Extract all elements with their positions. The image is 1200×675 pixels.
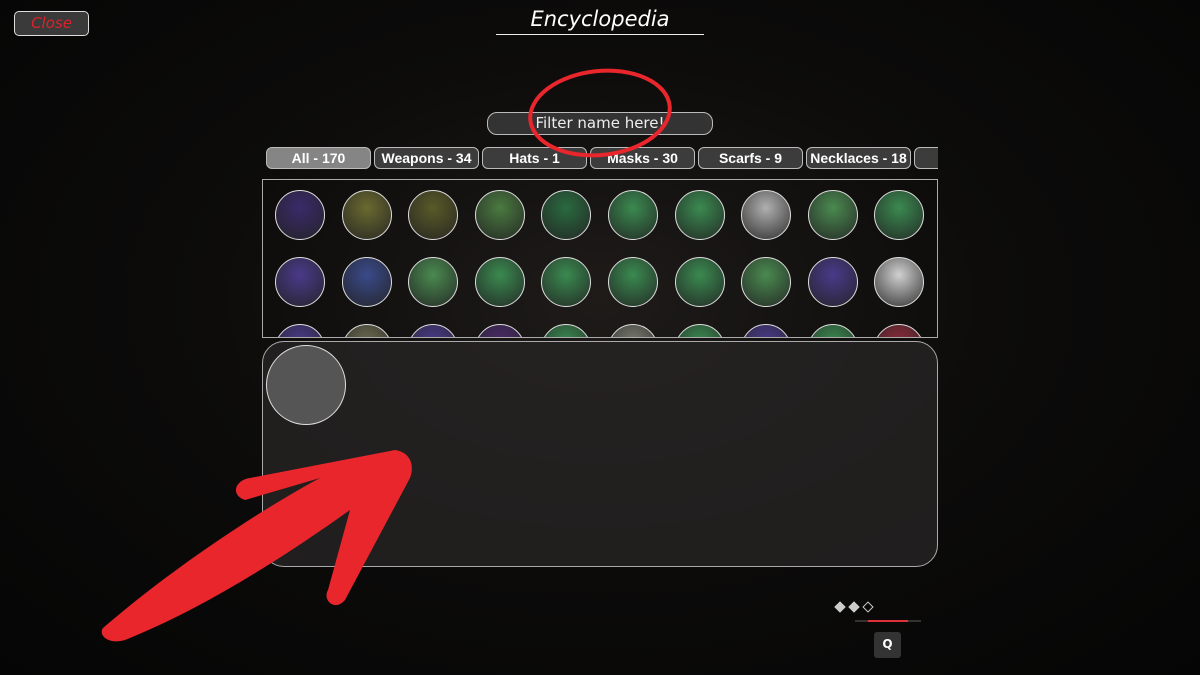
red-cloak-icon[interactable] [608, 257, 658, 307]
necklace-icon[interactable] [741, 257, 792, 307]
sword-icon[interactable] [674, 190, 725, 240]
hat-icon[interactable] [541, 257, 592, 307]
tab-1[interactable]: Weapons - 34 [374, 147, 479, 169]
dark-cloak-icon[interactable] [674, 257, 725, 307]
item-icon[interactable] [674, 324, 725, 337]
dark-robe-icon[interactable] [275, 190, 325, 240]
necklace-icon[interactable] [408, 257, 459, 307]
item-icon[interactable] [408, 324, 459, 337]
item-icon[interactable] [474, 324, 525, 337]
tab-6[interactable] [914, 147, 938, 169]
cooldown-bar-fill [868, 620, 908, 622]
item-icon[interactable] [807, 324, 858, 337]
item-preview-avatar [266, 345, 346, 425]
item-icon[interactable] [874, 324, 925, 337]
black-mask-icon[interactable] [541, 190, 592, 240]
tab-0[interactable]: All - 170 [266, 147, 371, 169]
rabbit-mask-icon[interactable] [275, 257, 325, 307]
item-grid[interactable] [262, 179, 938, 338]
filter-input[interactable]: Filter name here! [487, 112, 713, 135]
charge-diamond-icon [862, 601, 874, 613]
rock-cloak-icon[interactable] [408, 190, 459, 240]
item-icon[interactable] [741, 324, 792, 337]
page-title: Encyclopedia [496, 7, 704, 35]
lantern-icon[interactable] [474, 190, 525, 240]
keybind-q[interactable]: Q [874, 632, 901, 658]
category-tabs: All - 170 Weapons - 34 Hats - 1 Masks - 30 S… [266, 147, 938, 169]
cooldown-bar [855, 620, 921, 622]
crossed-swords-icon[interactable] [341, 257, 392, 307]
necklace-icon[interactable] [608, 190, 658, 240]
charge-diamond-icon [834, 601, 846, 613]
detail-panel [262, 341, 938, 567]
hood-icon[interactable] [474, 257, 525, 307]
item-icon[interactable] [341, 324, 392, 337]
tab-5[interactable]: Necklaces - 18 [806, 147, 911, 169]
item-icon[interactable] [608, 324, 658, 337]
crystal-icon[interactable] [275, 324, 325, 337]
tab-2[interactable]: Hats - 1 [482, 147, 587, 169]
scarf-icon[interactable] [807, 190, 858, 240]
item-icon[interactable] [541, 324, 592, 337]
tab-3[interactable]: Masks - 30 [590, 147, 695, 169]
charge-diamond-icon [848, 601, 860, 613]
close-button[interactable]: Close [14, 11, 89, 36]
white-pants-icon[interactable] [341, 190, 392, 240]
red-cube-icon[interactable] [807, 257, 858, 307]
charge-indicator [834, 601, 874, 613]
armor-icon[interactable] [741, 190, 792, 240]
white-scarf-icon[interactable] [874, 190, 925, 240]
tab-4[interactable]: Scarfs - 9 [698, 147, 803, 169]
fox-mask-icon[interactable] [874, 257, 925, 307]
